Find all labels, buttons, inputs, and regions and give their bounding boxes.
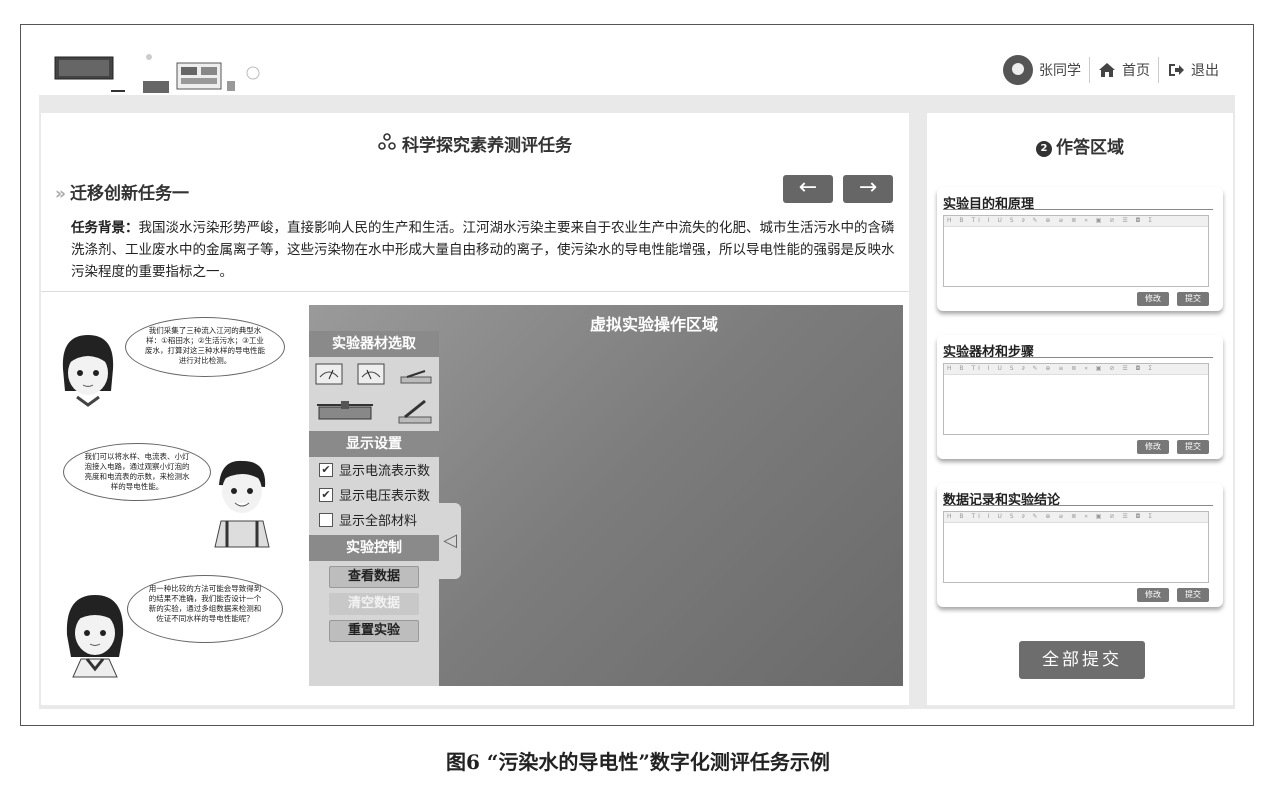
character-dialog-area: 我们采集了三种流入江河的典型水样：①稻田水；②生活污水；③工业废水，打算对这三种… (41, 293, 306, 705)
submit-button[interactable]: 提交 (1177, 588, 1209, 602)
rich-text-editor[interactable]: H B TI I U S ∂ ✎ ⊕ ≡ ≣ « ▣ ⊘ ☰ ◘ Σ (943, 215, 1209, 287)
editor-toolbar[interactable]: H B TI I U S ∂ ✎ ⊕ ≡ ≣ « ▣ ⊘ ☰ ◘ Σ (944, 216, 1208, 227)
divider (41, 291, 909, 292)
molecule-icon (378, 133, 396, 156)
checkbox-checked-icon[interactable]: ✔ (319, 462, 333, 477)
submit-all-button[interactable]: 全部提交 (1019, 641, 1145, 679)
ammeter-icon[interactable] (315, 363, 343, 387)
dialog-bubble: 我们可以将水样、电流表、小灯泡接入电路，通过观察小灯泡的亮度和电流表的示数，来检… (63, 443, 211, 501)
virtual-lab-area: 虚拟实验操作区域 实验器材选取 显示设置 ✔ 显示电流表示数 ✔ 显示电压表示数 显… (309, 305, 903, 686)
background-text: 我国淡水污染形势严峻，直接影响人民的生产和生活。江河湖水污染主要来自于农业生产中… (71, 220, 895, 280)
show-all-materials-option[interactable]: 显示全部材料 (309, 507, 439, 532)
electrode-icon[interactable] (397, 397, 433, 425)
banner-illustration (54, 54, 260, 93)
task-title-text: 科学探究素养测评任务 (402, 136, 572, 156)
home-label: 首页 (1122, 63, 1150, 79)
answer-panel: 2 作答区域 实验目的和原理 H B TI I U S ∂ ✎ ⊕ ≡ ≣ « ▣… (927, 113, 1233, 705)
experiment-control-header: 实验控制 (309, 535, 439, 561)
home-icon (1099, 63, 1115, 77)
username-label: 张同学 (1039, 63, 1081, 79)
girl-character-illustration (62, 335, 114, 407)
next-button[interactable]: → (843, 175, 893, 203)
edit-button[interactable]: 修改 (1137, 292, 1169, 306)
collapse-panel-button[interactable]: ◁ (439, 503, 461, 579)
logout-label: 退出 (1191, 63, 1219, 79)
editor-toolbar[interactable]: H B TI I U S ∂ ✎ ⊕ ≡ ≣ « ▣ ⊘ ☰ ◘ Σ (944, 512, 1208, 523)
subtask-title: » 迁移创新任务一 (55, 179, 189, 204)
divider (1158, 57, 1159, 83)
divider (943, 209, 1213, 210)
virtual-lab-title: 虚拟实验操作区域 (589, 315, 718, 334)
task-background: 任务背景：我国淡水污染形势严峻，直接影响人民的生产和生活。江河湖水污染主要来自于… (71, 217, 901, 283)
avatar-icon (1003, 55, 1033, 85)
option-label: 显示电压表示数 (339, 489, 431, 504)
logout-icon (1169, 64, 1184, 76)
divider (1089, 57, 1090, 83)
clear-data-button[interactable]: 清空数据 (329, 593, 419, 615)
subtask-title-text: 迁移创新任务一 (69, 184, 189, 204)
dialog-bubble: 我们采集了三种流入江河的典型水样：①稻田水；②生活污水；③工业废水，打算对这三种… (125, 317, 285, 377)
checkbox-checked-icon[interactable]: ✔ (319, 487, 333, 502)
switch-icon[interactable] (399, 367, 433, 385)
option-label: 显示全部材料 (339, 514, 418, 529)
submit-button[interactable]: 提交 (1177, 440, 1209, 454)
answer-card: 数据记录和实验结论 H B TI I U S ∂ ✎ ⊕ ≡ ≣ « ▣ ⊘ ☰… (937, 483, 1223, 607)
rich-text-editor[interactable]: H B TI I U S ∂ ✎ ⊕ ≡ ≣ « ▣ ⊘ ☰ ◘ Σ (943, 363, 1209, 435)
answer-card: 实验目的和原理 H B TI I U S ∂ ✎ ⊕ ≡ ≣ « ▣ ⊘ ☰ ◘… (937, 187, 1223, 311)
reset-experiment-button[interactable]: 重置实验 (329, 620, 419, 642)
prev-button[interactable]: ← (783, 175, 833, 203)
display-settings-header: 显示设置 (309, 431, 439, 457)
submit-button[interactable]: 提交 (1177, 292, 1209, 306)
editor-toolbar[interactable]: H B TI I U S ∂ ✎ ⊕ ≡ ≣ « ▣ ⊘ ☰ ◘ Σ (944, 364, 1208, 375)
task-panel: 科学探究素养测评任务 » 迁移创新任务一 ← → 任务背景：我国淡水污染形势严峻，… (41, 113, 909, 705)
show-voltage-option[interactable]: ✔ 显示电压表示数 (309, 482, 439, 507)
lab-control-panel: 实验器材选取 显示设置 ✔ 显示电流表示数 ✔ 显示电压表示数 显示全部材料 实验控… (309, 331, 439, 686)
user-menu: 张同学 首页 退出 (1003, 55, 1219, 85)
answer-title: 2 作答区域 (927, 133, 1233, 158)
task-title: 科学探究素养测评任务 (41, 131, 909, 156)
figure-caption: 图6 “污染水的导电性”数字化测评任务示例 (446, 750, 830, 774)
dialog-bubble: 用一种比较的方法可能会导致得到的结果不准确，我们能否设计一个新的实验，通过多组数… (127, 575, 283, 643)
divider (943, 357, 1213, 358)
equipment-list (309, 357, 439, 431)
show-current-option[interactable]: ✔ 显示电流表示数 (309, 457, 439, 482)
screenshot-frame: 张同学 首页 退出 科学探究素养测评任务 » 迁移创新任务一 ← → 任务背景：… (20, 24, 1254, 726)
edit-button[interactable]: 修改 (1137, 440, 1169, 454)
voltmeter-icon[interactable] (357, 363, 385, 387)
rheostat-icon[interactable] (315, 399, 375, 425)
answer-title-text: 作答区域 (1056, 138, 1124, 158)
view-data-button[interactable]: 查看数据 (329, 566, 419, 588)
home-link[interactable]: 首页 (1098, 60, 1150, 80)
logout-link[interactable]: 退出 (1167, 60, 1219, 80)
boy-character-illustration (214, 460, 270, 548)
edit-button[interactable]: 修改 (1137, 588, 1169, 602)
girl-character-illustration (66, 595, 124, 678)
step-number-badge: 2 (1036, 141, 1052, 157)
option-label: 显示电流表示数 (339, 464, 431, 479)
background-label: 任务背景： (71, 220, 139, 236)
top-bar: 张同学 首页 退出 (39, 45, 1235, 95)
rich-text-editor[interactable]: H B TI I U S ∂ ✎ ⊕ ≡ ≣ « ▣ ⊘ ☰ ◘ Σ (943, 511, 1209, 583)
checkbox-unchecked-icon[interactable] (319, 512, 333, 527)
divider (943, 505, 1213, 506)
equipment-header: 实验器材选取 (309, 331, 439, 357)
user-profile[interactable]: 张同学 (1003, 55, 1081, 85)
double-chevron-icon: » (55, 184, 66, 204)
app-screen: 张同学 首页 退出 科学探究素养测评任务 » 迁移创新任务一 ← → 任务背景：… (39, 45, 1235, 709)
answer-card: 实验器材和步骤 H B TI I U S ∂ ✎ ⊕ ≡ ≣ « ▣ ⊘ ☰ ◘… (937, 335, 1223, 459)
